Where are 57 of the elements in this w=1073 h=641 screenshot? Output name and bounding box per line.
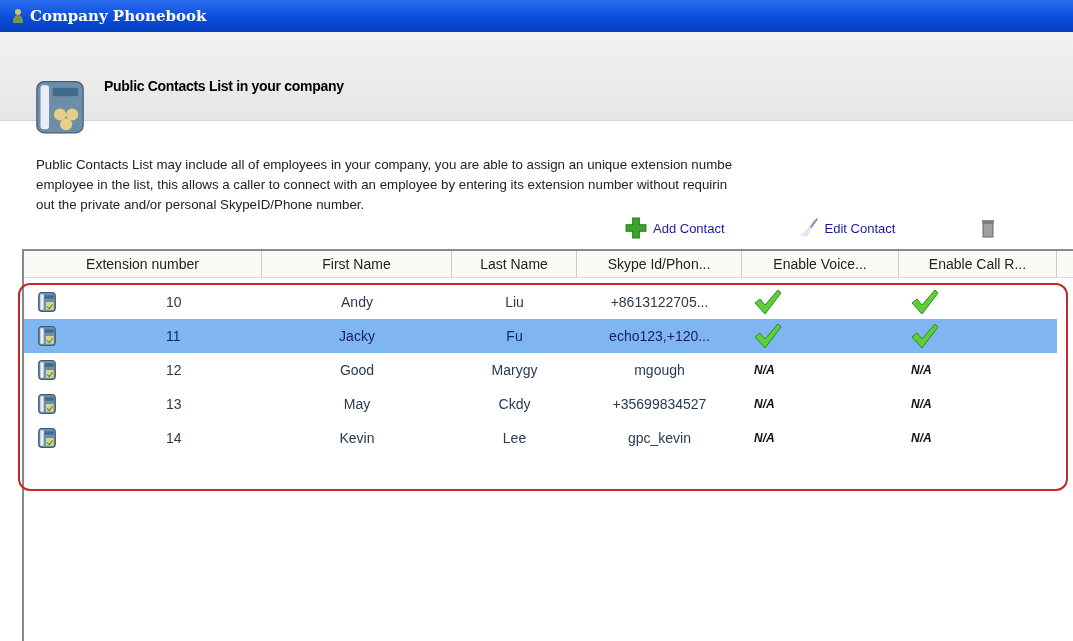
table-cell: N/A: [754, 431, 775, 445]
table-cell: Good: [339, 362, 375, 378]
section-title: Public Contacts List in your company: [104, 78, 344, 94]
column-header[interactable]: Enable Voice...: [742, 251, 899, 277]
table-cell: N/A: [911, 431, 932, 445]
window-title: Company Phonebook: [30, 7, 207, 25]
table-cell: 11: [166, 328, 181, 344]
table-cell: 13: [166, 396, 182, 412]
phone-icon: [38, 394, 56, 414]
table-cell: +8613122705...: [610, 294, 709, 310]
column-header[interactable]: Enable Call R...: [899, 251, 1057, 277]
app-icon: [12, 8, 24, 24]
check-icon: [911, 289, 939, 315]
table-cell: Ckdy: [498, 396, 531, 412]
table-cell: N/A: [911, 363, 932, 377]
description-line: employee in the list, this allows a caller to connect with an employee by entering its extension number without requirin: [36, 176, 729, 194]
column-header[interactable]: First Name: [262, 251, 452, 277]
edit-contact-button[interactable]: Edit Contact: [796, 217, 896, 239]
table-cell: +35699834527: [612, 396, 707, 412]
table-row[interactable]: 11 Jacky Fu echo123,+120...: [24, 319, 1057, 353]
description-line: Public Contacts List may include all of employees in your company, you are able to assign an unique extension numbe: [36, 156, 734, 174]
phone-icon: [38, 326, 56, 346]
table-row[interactable]: 12 Good Marygy mgough N/A N/A: [24, 353, 1057, 387]
phone-icon: [38, 360, 56, 380]
table-cell: N/A: [911, 397, 932, 411]
column-header[interactable]: Extension number: [24, 251, 262, 277]
table-cell: N/A: [754, 397, 775, 411]
table-cell: N/A: [754, 363, 775, 377]
table-cell: Liu: [505, 294, 524, 310]
check-icon: [911, 323, 939, 349]
table-cell: Marygy: [491, 362, 538, 378]
table-cell: Andy: [341, 294, 373, 310]
table-cell: 12: [166, 362, 182, 378]
plus-icon: [625, 217, 647, 239]
phone-icon: [38, 428, 56, 448]
table-row[interactable]: 13 May Ckdy +35699834527 N/A N/A: [24, 387, 1057, 421]
check-icon: [754, 323, 782, 349]
delete-button[interactable]: [981, 217, 996, 239]
column-header[interactable]: Skype Id/Phon...: [577, 251, 742, 277]
table-cell: echo123,+120...: [609, 328, 710, 344]
table-cell: mgough: [634, 362, 685, 378]
table-cell: gpc_kevin: [627, 430, 691, 446]
table-cell: Kevin: [339, 430, 375, 446]
description-line: out the private and/or personal SkypeID/Phone number.: [36, 196, 366, 214]
column-header[interactable]: Last Name: [452, 251, 577, 277]
add-contact-button[interactable]: Add Contact: [625, 217, 725, 239]
table-row[interactable]: 14 Kevin Lee gpc_kevin N/A N/A: [24, 421, 1057, 455]
table-cell: Lee: [502, 430, 527, 446]
phone-icon: [38, 292, 56, 312]
table-cell: May: [343, 396, 371, 412]
table-cell: Fu: [506, 328, 523, 344]
table-cell: Jacky: [339, 328, 375, 344]
table-cell: 14: [166, 430, 182, 446]
table-row[interactable]: 10 Andy Liu +8613122705...: [24, 285, 1057, 319]
phone-icon: [34, 78, 86, 134]
table-cell: 10: [166, 294, 182, 310]
check-icon: [754, 289, 782, 315]
